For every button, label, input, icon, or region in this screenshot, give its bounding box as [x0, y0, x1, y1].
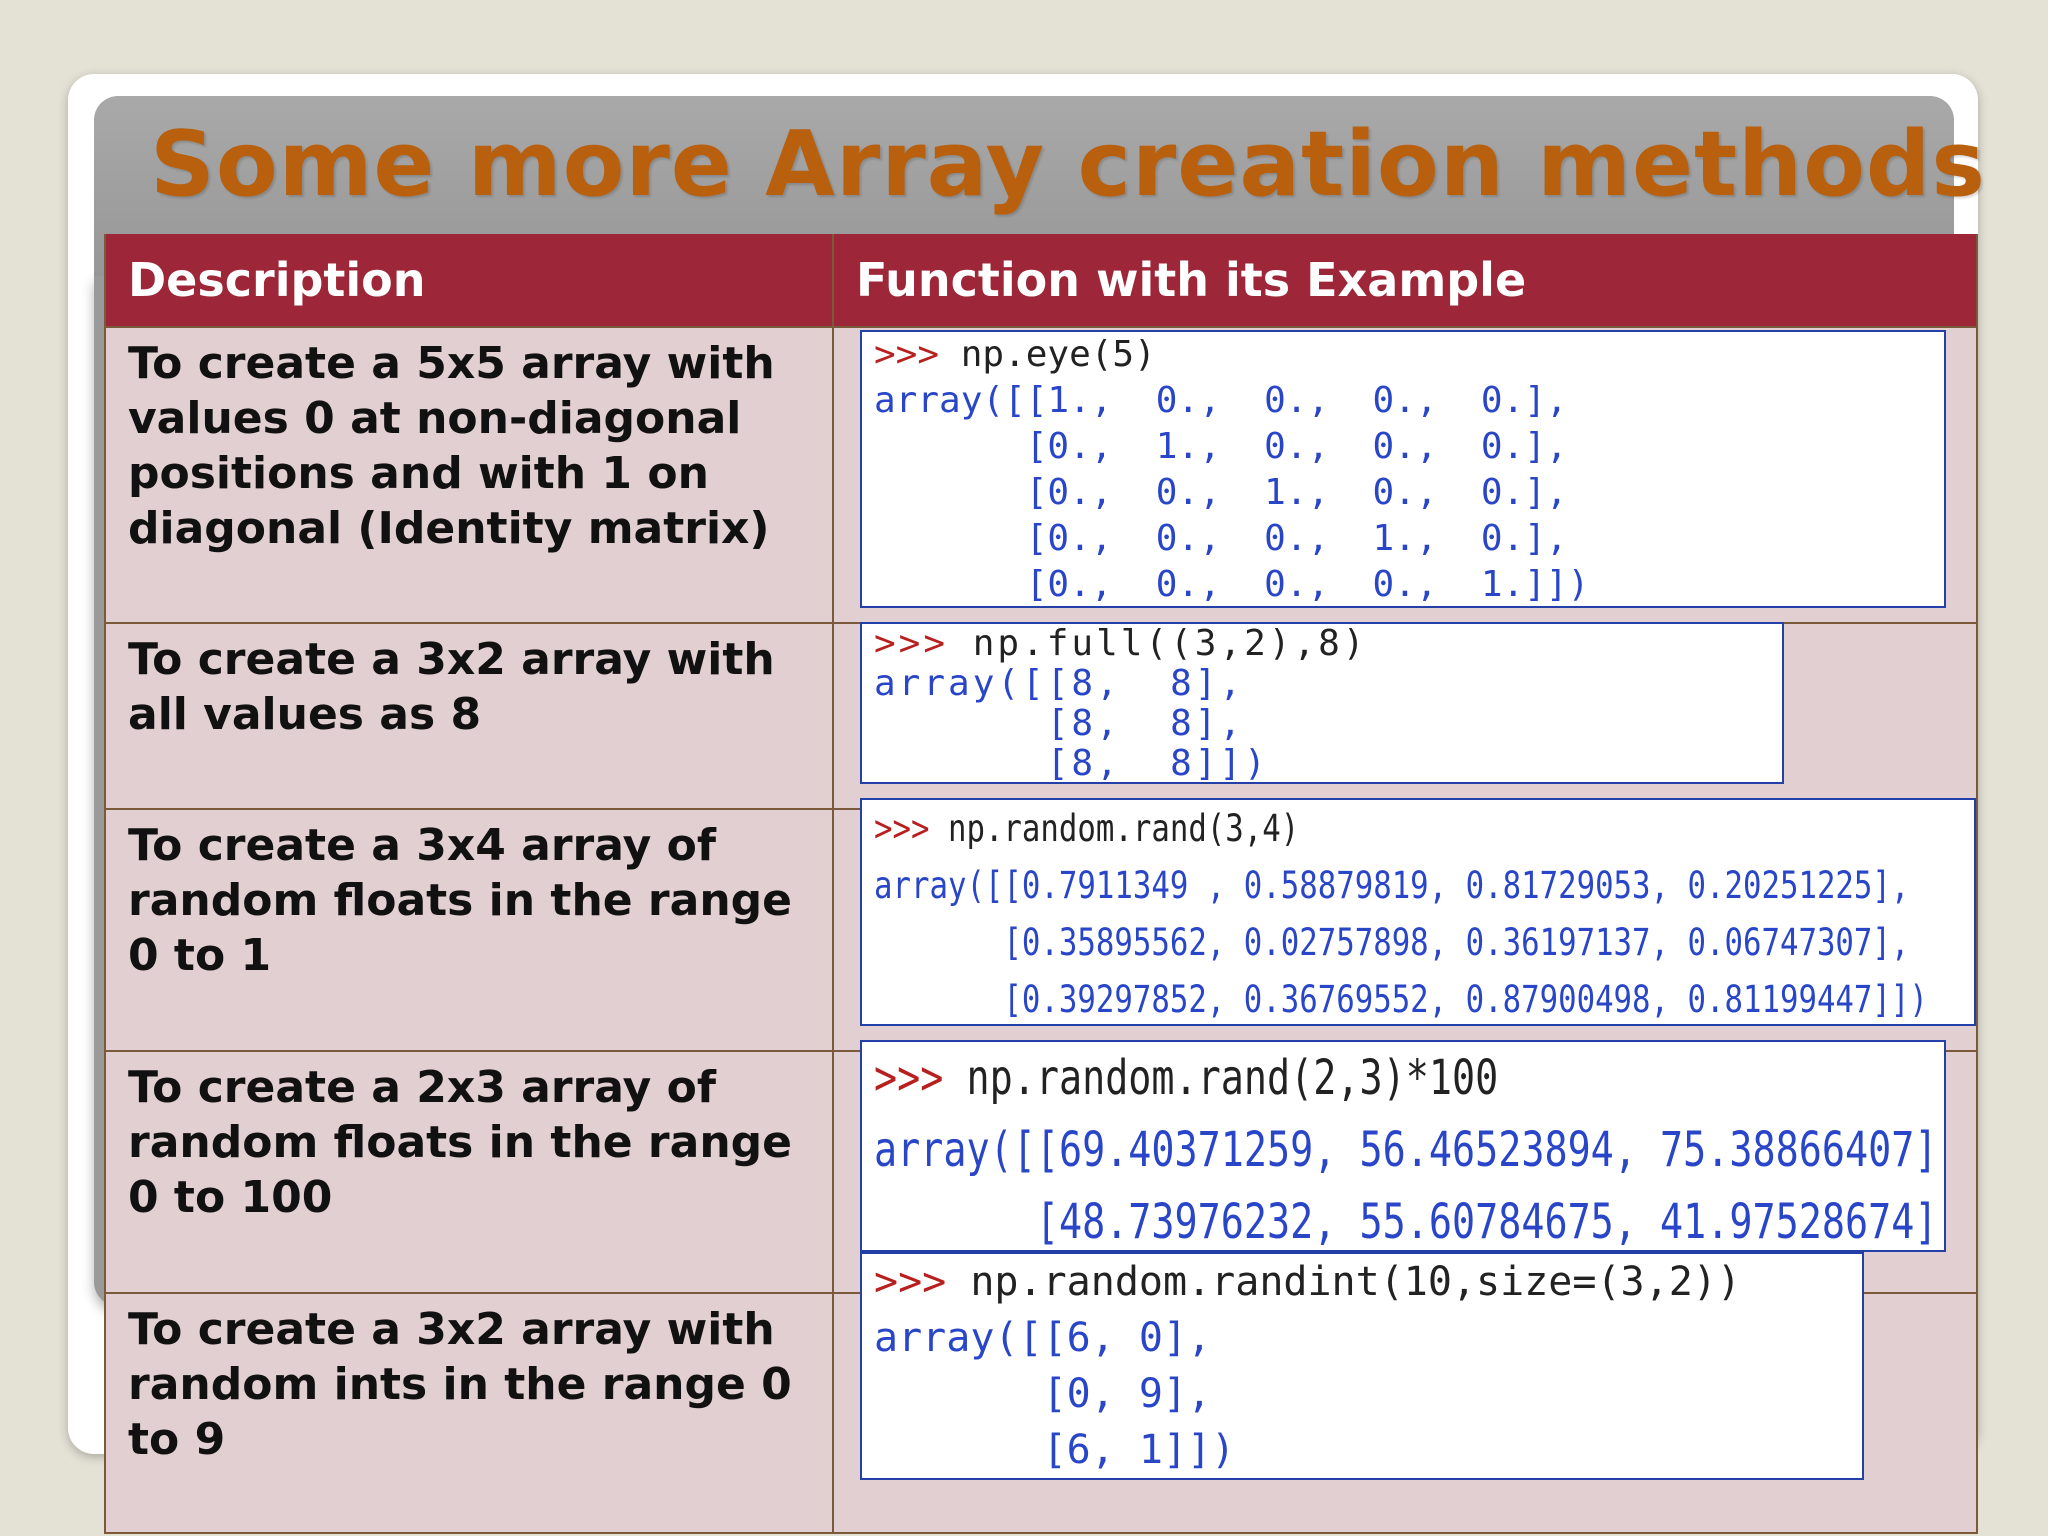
code-example-full: >>> np.full((3,2),8) array([[8, 8], [8, …	[860, 622, 1784, 784]
row-description: To create a 2x3 array of random floats i…	[104, 1050, 834, 1294]
code-output: array([[8, 8], [8, 8], [8, 8]])	[874, 663, 1269, 784]
code-example-eye: >>> np.eye(5) array([[1., 0., 0., 0., 0.…	[860, 330, 1946, 608]
header-description: Description	[104, 234, 834, 328]
header-function-example: Function with its Example	[832, 234, 1978, 328]
code-output: array([[0.7911349 , 0.58879819, 0.817290…	[874, 864, 1928, 1021]
code-command: np.random.randint(10,size=(3,2))	[970, 1259, 1741, 1305]
code-command: np.full((3,2),8)	[972, 623, 1368, 664]
slide-title: Some more Array creation methods	[150, 112, 1986, 217]
code-command: np.random.rand(2,3)*100	[966, 1050, 1499, 1106]
code-command: np.random.rand(3,4)	[947, 807, 1300, 850]
table-header-row: Description Function with its Example	[104, 234, 1978, 328]
code-prompt: >>>	[874, 1259, 971, 1305]
row-description: To create a 3x4 array of random floats i…	[104, 808, 834, 1052]
code-prompt: >>>	[874, 334, 961, 375]
code-example-randint: >>> np.random.randint(10,size=(3,2)) arr…	[860, 1252, 1864, 1480]
code-output: array([[6, 0], [0, 9], [6, 1]])	[874, 1315, 1236, 1473]
code-output: array([[1., 0., 0., 0., 0.], [0., 1., 0.…	[874, 380, 1590, 605]
row-description: To create a 5x5 array with values 0 at n…	[104, 326, 834, 624]
code-prompt: >>>	[874, 1050, 967, 1106]
code-output: array([[69.40371259, 56.46523894, 75.388…	[874, 1122, 1946, 1250]
code-example-rand-100: >>> np.random.rand(2,3)*100 array([[69.4…	[860, 1040, 1946, 1252]
code-prompt: >>>	[874, 623, 973, 664]
code-command: np.eye(5)	[960, 334, 1156, 375]
code-prompt: >>>	[874, 807, 948, 850]
row-description: To create a 3x2 array with all values as…	[104, 622, 834, 810]
row-description: To create a 3x2 array with random ints i…	[104, 1292, 834, 1534]
code-example-rand: >>> np.random.rand(3,4) array([[0.791134…	[860, 798, 1976, 1026]
